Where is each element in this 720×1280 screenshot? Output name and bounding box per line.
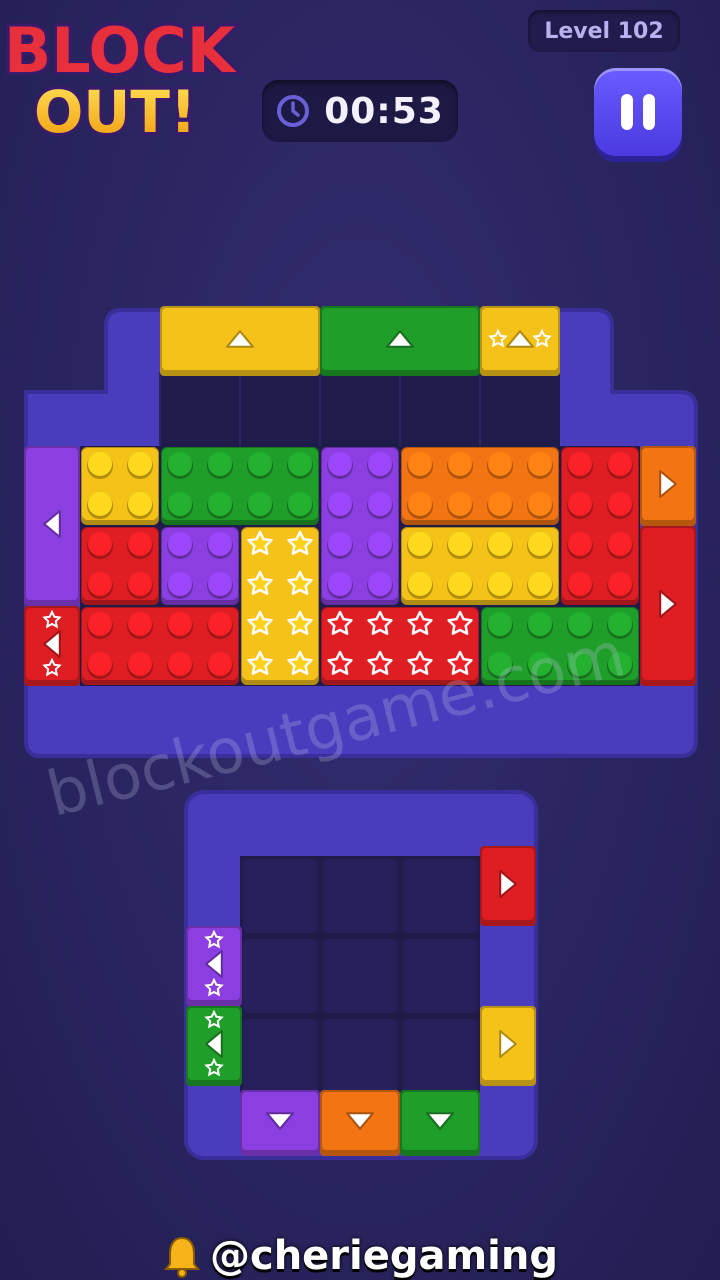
block-orange-3[interactable] [401, 447, 559, 525]
empty-cell[interactable] [323, 939, 397, 1013]
block-red-4[interactable] [561, 447, 639, 605]
empty-cell[interactable] [243, 1019, 317, 1093]
exit-gate-bottom-green[interactable] [400, 1090, 480, 1156]
empty-cell[interactable] [323, 1019, 397, 1093]
empty-cell[interactable] [403, 859, 477, 933]
block-yellow-7[interactable] [241, 527, 319, 685]
exit-gate-left-red-star[interactable] [24, 606, 80, 686]
exit-gate-right-red[interactable] [640, 526, 696, 686]
exit-gate-left-purple[interactable] [24, 446, 80, 606]
block-red-10[interactable] [321, 607, 479, 685]
block-red-5[interactable] [81, 527, 159, 605]
exit-gate-left-green-star[interactable] [186, 1006, 242, 1086]
empty-cell[interactable] [403, 939, 477, 1013]
exit-gate-top-yellow-star[interactable] [480, 306, 560, 376]
exit-gate-bottom-purple[interactable] [240, 1090, 320, 1156]
credit-banner: @cheriegaming [0, 1232, 720, 1280]
empty-cell[interactable] [323, 859, 397, 933]
block-yellow-0[interactable] [81, 447, 159, 525]
empty-cell[interactable] [243, 939, 317, 1013]
empty-cell[interactable] [243, 859, 317, 933]
block-purple-2[interactable] [321, 447, 399, 605]
empty-cell[interactable] [403, 1019, 477, 1093]
bell-icon [163, 1236, 201, 1278]
exit-gate-top-green[interactable] [320, 306, 480, 376]
block-yellow-8[interactable] [401, 527, 559, 605]
game-board [24, 306, 698, 1160]
block-green-1[interactable] [161, 447, 319, 525]
exit-gate-right-orange[interactable] [640, 446, 696, 526]
block-purple-6[interactable] [161, 527, 239, 605]
exit-gate-right-red[interactable] [480, 846, 536, 926]
block-red-9[interactable] [81, 607, 239, 685]
exit-gate-top-yellow[interactable] [160, 306, 320, 376]
exit-gate-right-yellow[interactable] [480, 1006, 536, 1086]
block-green-11[interactable] [481, 607, 639, 685]
credit-handle: @cheriegaming [209, 1233, 558, 1279]
exit-gate-left-purple-star[interactable] [186, 926, 242, 1006]
exit-gate-bottom-orange[interactable] [320, 1090, 400, 1156]
